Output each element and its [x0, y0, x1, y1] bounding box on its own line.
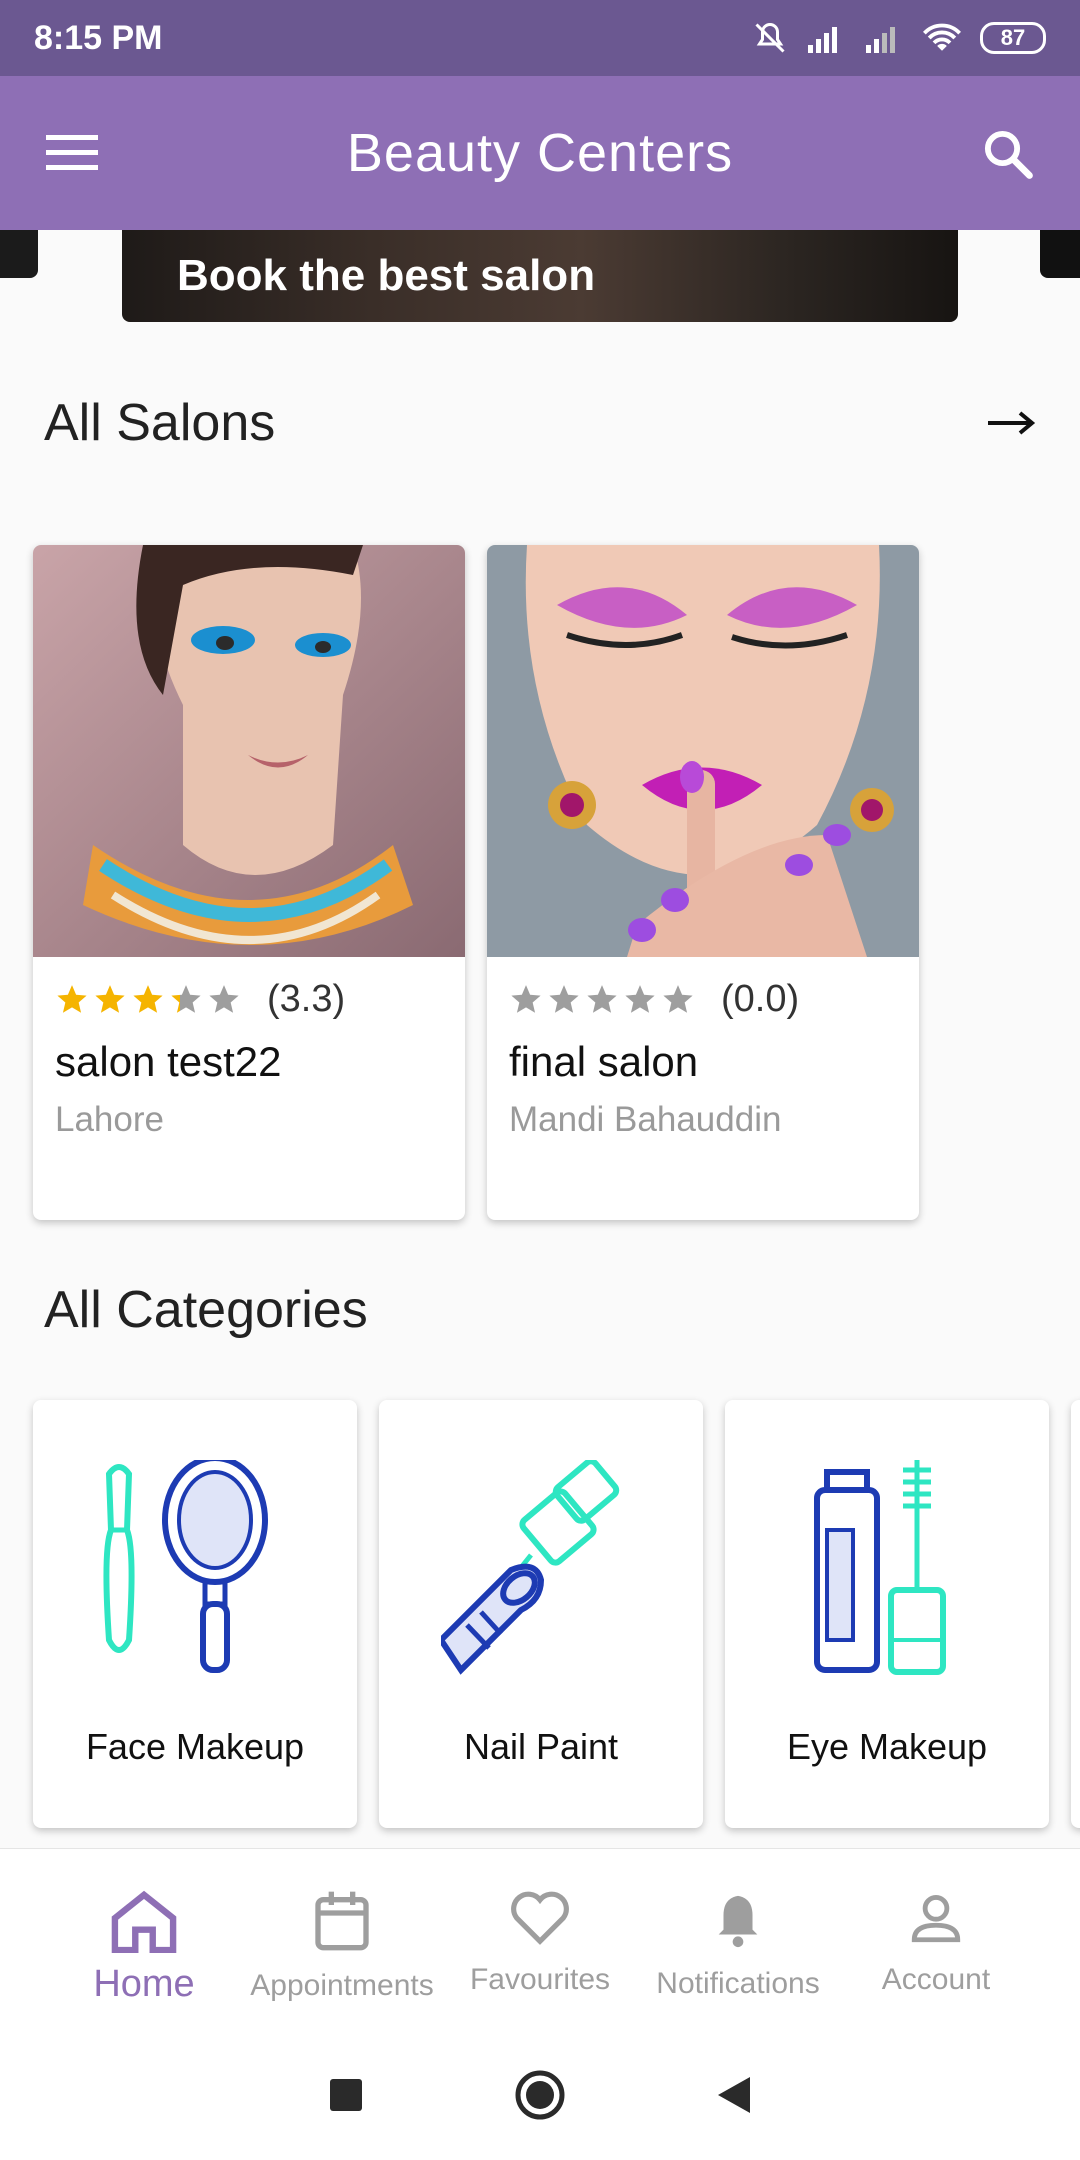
mute-icon	[755, 22, 785, 53]
star-icon	[549, 984, 579, 1013]
bell-icon	[718, 1895, 758, 1948]
category-card-face-makeup[interactable]: Face Makeup	[33, 1400, 357, 1828]
star-icon	[209, 984, 239, 1013]
category-card-eye-makeup[interactable]: Eye Makeup	[725, 1400, 1049, 1828]
system-navigation-bar	[0, 2030, 1080, 2160]
heart-icon	[511, 1891, 569, 1945]
nav-item-favourites[interactable]: Favourites	[441, 1849, 639, 2030]
salon-name: salon test22	[55, 1038, 282, 1085]
home-icon	[111, 1890, 177, 1953]
app-title: Beauty Centers	[346, 123, 734, 183]
signal-2-icon	[866, 27, 895, 53]
star-rating	[55, 983, 241, 1017]
salon-photo	[487, 545, 919, 957]
category-label: Nail Paint	[463, 1726, 619, 1767]
mascara-icon	[814, 1460, 946, 1675]
hamburger-menu-icon[interactable]	[46, 133, 100, 173]
category-label: Face Makeup	[85, 1726, 305, 1767]
bottom-navigation: Home Appointments Favourites Notificatio…	[0, 1848, 1080, 2030]
promo-banner[interactable]: Book the best salon	[122, 230, 958, 322]
home-button-icon[interactable]	[514, 2069, 566, 2121]
star-icon	[95, 984, 125, 1013]
nav-label: Home	[93, 1963, 195, 2005]
star-icon	[57, 984, 87, 1013]
salon-name: final salon	[509, 1038, 699, 1085]
category-card-partial[interactable]	[1071, 1400, 1080, 1828]
nav-item-account[interactable]: Account	[837, 1849, 1035, 2030]
wifi-icon	[922, 23, 962, 51]
nav-label: Notifications	[656, 1967, 820, 2000]
banner-caption: Book the best salon	[177, 251, 596, 300]
salon-city: Mandi Bahauddin	[509, 1100, 782, 1139]
makeup-brush-mirror-icon	[103, 1460, 268, 1673]
nav-label: Account	[881, 1963, 991, 1996]
rating-value: (0.0)	[721, 978, 800, 1020]
banner-prev-slide[interactable]	[0, 230, 38, 278]
status-icons: 87	[752, 20, 1046, 56]
battery-indicator: 87	[980, 22, 1046, 54]
star-icon	[133, 984, 163, 1013]
signal-icon	[808, 27, 837, 53]
recents-button-icon[interactable]	[328, 2077, 364, 2113]
category-label: Eye Makeup	[786, 1726, 988, 1767]
star-icon	[171, 984, 201, 1013]
category-card-nail-paint[interactable]: Nail Paint	[379, 1400, 703, 1828]
app-bar: Beauty Centers	[0, 76, 1080, 230]
search-icon[interactable]	[980, 126, 1034, 180]
nail-polish-icon	[441, 1460, 620, 1675]
salons-section-title: All Salons	[44, 394, 276, 452]
rating-row: (3.3)	[55, 978, 345, 1021]
banner-next-slide[interactable]	[1040, 230, 1080, 278]
person-icon	[911, 1895, 961, 1943]
back-button-icon[interactable]	[716, 2075, 752, 2115]
nav-item-appointments[interactable]: Appointments	[243, 1849, 441, 2030]
rating-row: (0.0)	[509, 978, 799, 1021]
arrow-right-icon[interactable]	[986, 405, 1036, 441]
salon-photo	[33, 545, 465, 957]
salon-card[interactable]: (0.0) final salon Mandi Bahauddin	[487, 545, 919, 1220]
star-icon	[625, 984, 655, 1013]
nav-item-home[interactable]: Home	[45, 1849, 243, 2030]
star-icon	[587, 984, 617, 1013]
salon-city: Lahore	[55, 1100, 164, 1139]
nav-label: Favourites	[469, 1963, 611, 1996]
status-bar: 8:15 PM 87	[0, 0, 1080, 76]
nav-label: Appointments	[250, 1969, 434, 2002]
nav-item-notifications[interactable]: Notifications	[639, 1849, 837, 2030]
home-screen: 8:15 PM 87 Beauty Centers Book the best …	[0, 0, 1080, 2160]
star-rating	[509, 983, 695, 1017]
categories-section-title: All Categories	[44, 1281, 368, 1339]
rating-value: (3.3)	[267, 978, 346, 1020]
calendar-icon	[315, 1891, 369, 1951]
star-icon	[511, 984, 541, 1013]
status-time: 8:15 PM	[34, 18, 163, 57]
star-icon	[663, 984, 693, 1013]
salon-card[interactable]: (3.3) salon test22 Lahore	[33, 545, 465, 1220]
